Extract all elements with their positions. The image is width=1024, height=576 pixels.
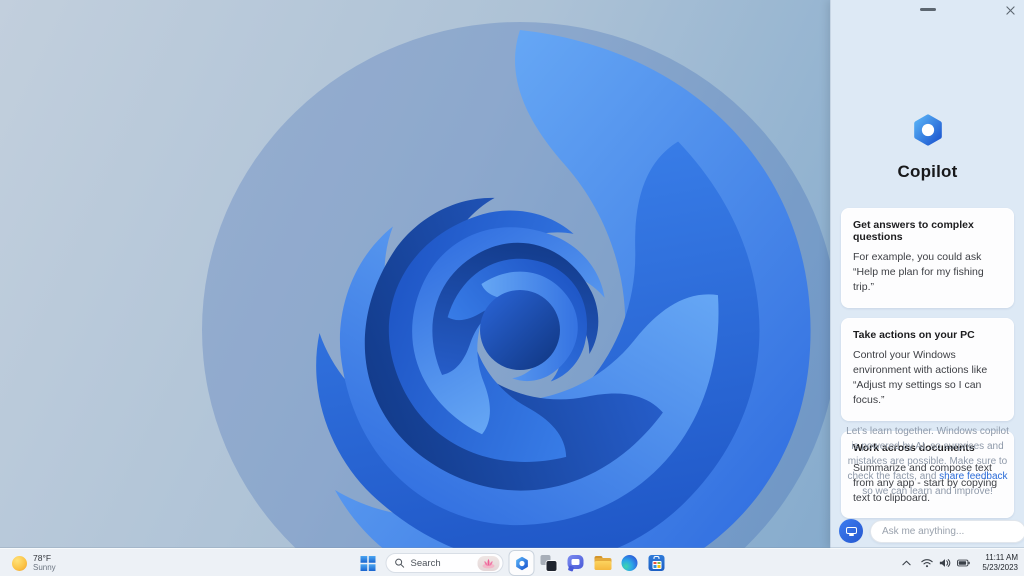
chat-button[interactable] [564, 551, 588, 575]
wifi-icon [921, 559, 934, 568]
start-button[interactable] [356, 551, 380, 575]
card-body: For example, you could ask “Help me plan… [853, 251, 984, 294]
ai-disclaimer: Let’s learn together. Windows copilot is… [843, 424, 1012, 499]
widgets-weather-button[interactable]: 78°F Sunny [8, 549, 60, 576]
share-feedback-link[interactable]: share feedback [939, 471, 1007, 482]
windows-logo-icon [360, 555, 375, 571]
network-volume-battery-button[interactable] [919, 558, 972, 568]
copilot-panel: Copilot Get answers to complex questions… [830, 0, 1024, 548]
edge-button[interactable] [618, 551, 642, 575]
clock[interactable]: 11:11 AM 5/23/2023 [978, 553, 1018, 574]
volume-icon [940, 559, 951, 567]
search-placeholder: Search [410, 557, 441, 569]
ask-input[interactable] [870, 519, 1024, 543]
copilot-icon [515, 556, 528, 570]
file-explorer-button[interactable] [591, 551, 615, 575]
weather-condition: Sunny [33, 563, 56, 573]
card-title: Take actions on your PC [853, 328, 975, 341]
minimize-button[interactable] [919, 8, 936, 11]
card-body: Control your Windows environment with ac… [853, 348, 988, 407]
taskbar: 78°F Sunny Search 11:11 AM 5/23/2023 [0, 548, 1024, 576]
desktop: Copilot Get answers to complex questions… [0, 0, 1024, 576]
chevron-up-icon [902, 560, 912, 566]
copilot-logo-icon [908, 110, 948, 150]
chat-icon [567, 555, 584, 572]
time: 11:11 AM [985, 552, 1018, 562]
weather-temperature: 78°F [33, 552, 52, 563]
search-box[interactable]: Search [385, 553, 504, 573]
disclaimer-text: so we can learn and improve! [862, 486, 993, 497]
sun-icon [12, 555, 27, 571]
microsoft-store-button[interactable] [645, 551, 669, 575]
taskbar-copilot-button[interactable] [509, 551, 534, 575]
card-take-actions: Take actions on your PC Control your Win… [841, 317, 1014, 421]
close-icon [1005, 5, 1015, 15]
search-highlight-lotus-icon [477, 555, 500, 571]
close-button[interactable] [1003, 3, 1017, 17]
card-get-answers: Get answers to complex questions For exa… [841, 208, 1014, 308]
search-icon [395, 558, 405, 568]
edge-icon [621, 555, 638, 571]
store-icon [648, 555, 665, 571]
chat-input-row [839, 519, 1024, 543]
date: 5/23/2023 [982, 563, 1018, 572]
panel-title: Copilot [897, 162, 958, 181]
card-title: Get answers to complex questions [853, 219, 974, 243]
task-view-button[interactable] [537, 551, 561, 575]
system-tray: 11:11 AM 5/23/2023 [900, 549, 1018, 576]
copilot-pc-icon [839, 519, 863, 543]
folder-icon [594, 556, 611, 570]
taskbar-center: Search [356, 549, 669, 576]
task-view-icon [540, 555, 557, 571]
battery-icon [957, 559, 971, 567]
hidden-icons-button[interactable] [900, 560, 913, 566]
wallpaper-bloom [202, 22, 830, 576]
